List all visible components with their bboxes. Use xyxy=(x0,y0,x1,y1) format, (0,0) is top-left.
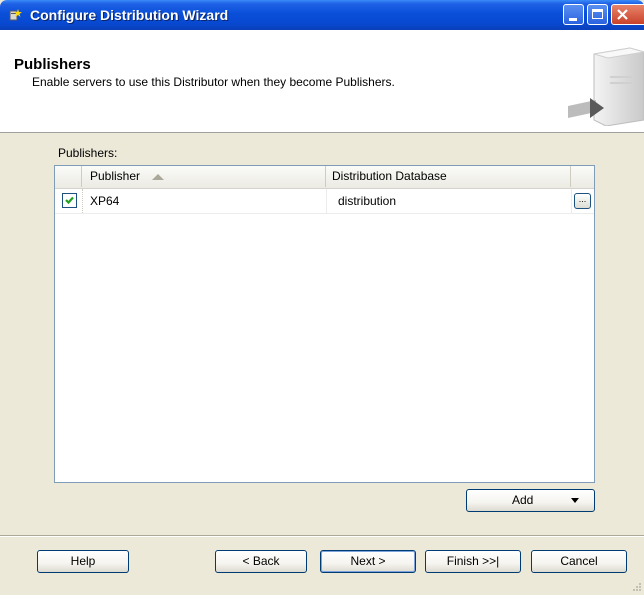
window-title: Configure Distribution Wizard xyxy=(30,7,229,23)
sort-ascending-icon xyxy=(152,173,165,180)
publishers-label: Publishers: xyxy=(58,146,118,160)
grid-header: Publisher Distribution Database xyxy=(55,166,594,189)
ellipsis-icon: ... xyxy=(578,194,587,204)
close-button[interactable] xyxy=(611,4,644,25)
maximize-button[interactable] xyxy=(587,4,608,25)
server-graphic-icon xyxy=(566,46,644,127)
help-button[interactable]: Help xyxy=(37,550,129,573)
page-title: Publishers xyxy=(14,56,91,73)
database-properties-button[interactable]: ... xyxy=(574,193,591,209)
table-row[interactable]: XP64 distribution ... xyxy=(55,189,594,214)
publisher-cell: XP64 xyxy=(90,194,120,208)
maximize-icon xyxy=(592,9,603,19)
wizard-icon xyxy=(8,7,24,23)
title-bar[interactable]: Configure Distribution Wizard xyxy=(0,0,644,30)
row-check-cell xyxy=(55,189,83,213)
publisher-checkbox[interactable] xyxy=(62,193,77,208)
column-header-extra xyxy=(571,166,594,187)
distribution-database-cell: distribution xyxy=(338,194,397,208)
minimize-button[interactable] xyxy=(563,4,584,25)
column-separator xyxy=(571,189,572,213)
resize-grip-icon[interactable] xyxy=(630,580,642,592)
close-icon xyxy=(615,7,630,25)
column-database-label: Distribution Database xyxy=(332,169,447,183)
minimize-icon xyxy=(569,18,577,21)
add-button-label: Add xyxy=(512,493,534,507)
back-button[interactable]: < Back xyxy=(215,550,307,573)
column-header-distribution-database[interactable]: Distribution Database xyxy=(326,166,571,187)
cancel-button[interactable]: Cancel xyxy=(531,550,627,573)
header-check-column[interactable] xyxy=(55,166,82,187)
column-header-publisher[interactable]: Publisher xyxy=(82,166,326,187)
next-button[interactable]: Next > xyxy=(320,550,416,573)
add-button[interactable]: Add xyxy=(466,489,595,512)
publishers-grid[interactable]: Publisher Distribution Database XP64 dis… xyxy=(54,165,595,483)
finish-button[interactable]: Finish >>| xyxy=(425,550,521,573)
column-separator xyxy=(326,189,327,213)
page-subtitle: Enable servers to use this Distributor w… xyxy=(32,75,395,89)
checkmark-icon xyxy=(65,196,74,205)
column-publisher-label: Publisher xyxy=(90,169,141,183)
footer-divider xyxy=(0,535,644,537)
dropdown-arrow-icon xyxy=(571,498,579,503)
